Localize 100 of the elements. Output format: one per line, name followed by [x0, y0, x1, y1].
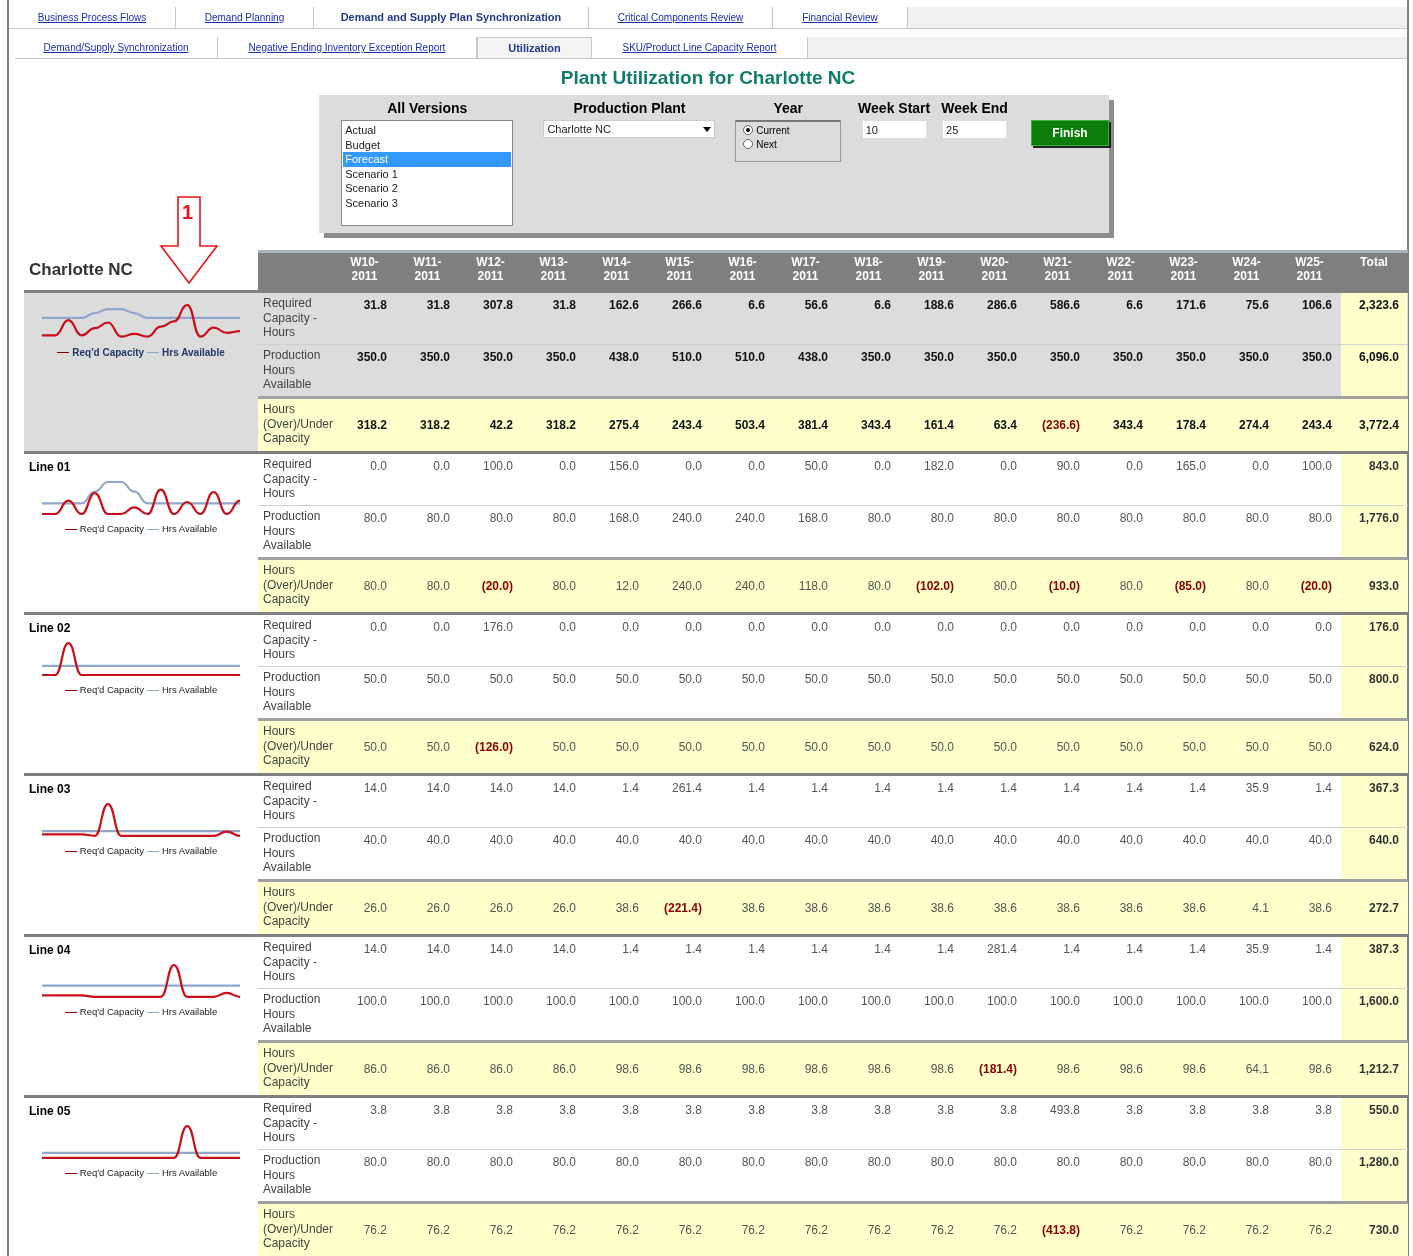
- tab[interactable]: Demand/Supply Synchronization: [15, 37, 218, 58]
- column-header: W12-2011: [475, 254, 506, 285]
- table-cell-text: 318.2: [418, 417, 451, 434]
- table-cell-text: 350.0: [418, 349, 451, 366]
- week-input[interactable]: 10: [861, 120, 927, 139]
- table-cell-text: 38.6: [614, 900, 640, 917]
- table-cell-text: 40.0: [551, 832, 577, 849]
- tab[interactable]: Demand Planning: [176, 7, 314, 28]
- table-cell-text: 40.0: [1118, 832, 1144, 849]
- table-cell-text: 0.0: [621, 619, 640, 636]
- table-cell-text: 50.0: [866, 671, 892, 688]
- table-cell-text: 50.0: [740, 671, 766, 688]
- table-cell-text: 274.4: [1237, 417, 1270, 434]
- tab[interactable]: SKU/Product Line Capacity Report: [592, 37, 808, 58]
- table-cell-text: 80.0: [362, 1154, 388, 1171]
- table-cell-text: 176.0: [481, 619, 514, 636]
- table-cell-text: 31.8: [362, 297, 388, 314]
- table-cell-text: 76.2: [866, 1222, 892, 1239]
- table-cell-text: 240.0: [670, 510, 703, 527]
- list-option[interactable]: Scenario 3: [343, 195, 512, 210]
- row-label: Production Hours Available: [262, 508, 322, 554]
- tab[interactable]: Utilization: [477, 37, 592, 58]
- table-cell-text: 38.6: [740, 900, 766, 917]
- list-option[interactable]: Budget: [343, 137, 512, 152]
- table-cell-text: 100.0: [418, 993, 451, 1010]
- table-cell-text: 118.0: [797, 578, 829, 595]
- table-cell-text: 80.0: [1055, 1154, 1081, 1171]
- total-cell: 800.0: [1341, 667, 1407, 718]
- table-cell-text: 100.0: [1111, 993, 1144, 1010]
- table-cell-text: 50.0: [1055, 739, 1081, 756]
- table-cell-text: 0.0: [873, 619, 892, 636]
- table-cell-text: 14.0: [362, 780, 388, 797]
- table-cell-text: 438.0: [607, 349, 640, 366]
- table-cell-text: 76.2: [992, 1222, 1018, 1239]
- table-cell-text: 50.0: [1181, 671, 1207, 688]
- plant-dropdown[interactable]: Charlotte NC: [543, 120, 716, 138]
- table-cell-text: 307.8: [481, 297, 514, 314]
- table-cell-text: 14.0: [488, 780, 514, 797]
- tab[interactable]: Critical Components Review: [589, 7, 773, 28]
- column-header: W25-2011: [1294, 254, 1325, 285]
- table-cell-text: 76.2: [740, 1222, 766, 1239]
- table-cell-text: 6.6: [1125, 297, 1144, 314]
- table-cell-text: 14.0: [425, 780, 451, 797]
- row-label: Required Capacity - Hours: [262, 1100, 319, 1146]
- tab[interactable]: Financial Review: [773, 7, 908, 28]
- tab[interactable]: Business Process Flows: [9, 7, 176, 28]
- total-cell: 6,096.0: [1341, 345, 1407, 396]
- table-cell-text: 76.2: [425, 1222, 451, 1239]
- table-cell-text: 0.0: [747, 458, 766, 475]
- table-cell-text: 40.0: [866, 832, 892, 849]
- table-cell-text: 50.0: [866, 739, 892, 756]
- table-cell-text: 188.6: [922, 297, 955, 314]
- table-cell-text: 266.6: [670, 297, 703, 314]
- table-cell-text: 98.6: [1118, 1061, 1144, 1078]
- table-cell-text: 80.0: [425, 510, 451, 527]
- table-cell-text: 586.6: [1048, 297, 1081, 314]
- legend-line: [64, 528, 77, 530]
- finish-button[interactable]: Finish: [1031, 120, 1109, 146]
- table-cell-text: 80.0: [614, 1154, 640, 1171]
- legend-label: Hrs Available: [161, 683, 218, 697]
- list-option[interactable]: Scenario 2: [343, 181, 512, 196]
- column-header: W16-2011: [727, 254, 758, 285]
- table-cell-text: 3.8: [1125, 1102, 1144, 1119]
- week-input[interactable]: 25: [942, 120, 1008, 139]
- tab[interactable]: Demand and Supply Plan Synchronization: [314, 7, 589, 28]
- list-option[interactable]: Scenario 1: [343, 166, 512, 181]
- versions-listbox[interactable]: Actual Budget Forecast Scenario 1 Scenario 2 Scenario 3: [341, 120, 514, 226]
- table-cell-text: 243.4: [670, 417, 703, 434]
- table-cell-text: 40.0: [929, 832, 955, 849]
- column-header: W14-2011: [601, 254, 632, 285]
- table-cell-text: 38.6: [1118, 900, 1144, 917]
- table-cell-text: 26.0: [362, 900, 388, 917]
- column-header: W24-2011: [1231, 254, 1262, 285]
- table-cell-text: (102.0): [914, 578, 955, 595]
- table-cell-text: 14.0: [362, 941, 388, 958]
- table-cell-text: 80.0: [425, 1154, 451, 1171]
- radio-option[interactable]: Next: [743, 137, 834, 151]
- legend-line: [146, 1172, 159, 1174]
- table-cell-text: 318.2: [355, 417, 388, 434]
- list-option[interactable]: Actual: [343, 123, 512, 138]
- tab[interactable]: Negative Ending Inventory Exception Report: [218, 37, 477, 58]
- line-name: Line 04: [28, 942, 72, 959]
- table-cell-text: 76.2: [803, 1222, 829, 1239]
- filter-label: Week End: [941, 99, 1008, 118]
- legend-label: Req'd Capacity: [79, 1005, 144, 1019]
- table-cell-text: 50.0: [551, 671, 577, 688]
- table-cell-text: 64.1: [1244, 1061, 1270, 1078]
- column-header: W23-2011: [1168, 254, 1199, 285]
- table-cell-text: (236.6): [1040, 417, 1081, 434]
- table-cell-text: 80.0: [551, 1154, 577, 1171]
- table-cell-text: 80.0: [425, 578, 451, 595]
- table-cell-text: 80.0: [551, 578, 577, 595]
- legend-line: [146, 850, 159, 852]
- caret-icon: [703, 126, 712, 132]
- legend-line: [64, 850, 77, 852]
- table-cell-text: 438.0: [796, 349, 829, 366]
- row-label: Required Capacity - Hours: [262, 939, 319, 985]
- line-name: Line 02: [28, 620, 72, 637]
- row-label: Required Capacity - Hours: [262, 778, 319, 824]
- radio-option[interactable]: Current: [743, 123, 834, 137]
